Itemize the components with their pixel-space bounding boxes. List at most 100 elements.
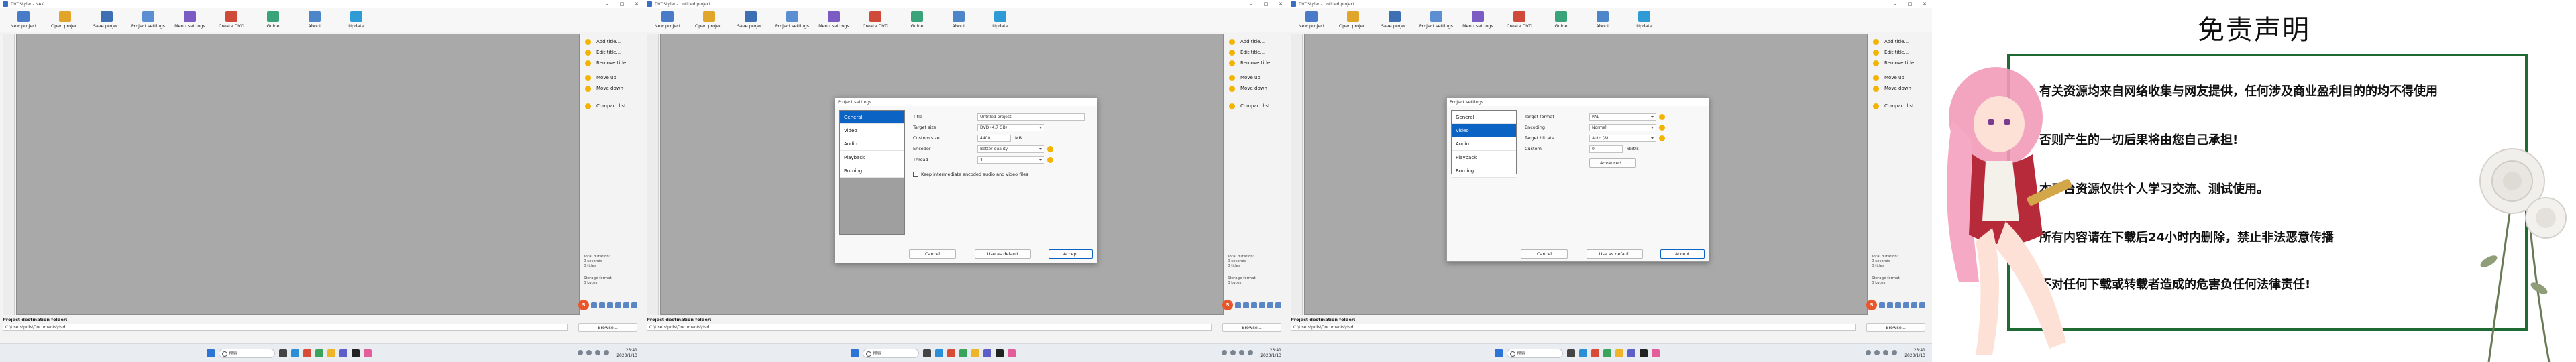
toolbar-button-update[interactable]: Update xyxy=(335,8,377,32)
windows-start-icon[interactable] xyxy=(851,349,859,357)
sidebar-item-remove-title[interactable]: Remove title xyxy=(1873,59,1914,67)
taskbar-clock[interactable]: 23:41 2023/1/13 xyxy=(1904,348,1925,359)
toolbar-button-new-project[interactable]: New project xyxy=(647,8,688,32)
taskbar-app-icon[interactable] xyxy=(1579,349,1587,357)
close-icon[interactable]: ✕ xyxy=(1273,0,1288,8)
taskbar-app-icon[interactable] xyxy=(971,349,979,357)
titleset-workarea[interactable] xyxy=(16,34,580,315)
accept-button[interactable]: Accept xyxy=(1660,249,1705,259)
nav-item-general[interactable]: General xyxy=(1452,111,1516,124)
tray-tool-icon[interactable] xyxy=(1251,302,1257,308)
sidebar-item-remove-title[interactable]: Remove title xyxy=(585,59,626,67)
tray-icon[interactable] xyxy=(1892,350,1897,355)
tray-icon[interactable] xyxy=(1239,350,1244,355)
taskbar-app-icon[interactable] xyxy=(315,349,323,357)
help-icon[interactable] xyxy=(1659,113,1665,120)
taskbar-app-icon[interactable] xyxy=(1627,349,1635,357)
toolbar-button-open-project[interactable]: Open project xyxy=(688,8,730,32)
windows-start-icon[interactable] xyxy=(207,349,215,357)
toolbar-button-save-project[interactable]: Save project xyxy=(730,8,771,32)
keep-intermediate-row[interactable]: Keep intermediate encoded audio and vide… xyxy=(913,170,1028,178)
taskbar-app-icon[interactable] xyxy=(303,349,311,357)
taskbar-app-icon[interactable] xyxy=(364,349,372,357)
toolbar-button-about[interactable]: About xyxy=(294,8,335,32)
taskbar-search[interactable]: 搜索 xyxy=(1507,349,1563,358)
tray-tool-icon[interactable] xyxy=(631,302,637,308)
tray-tool-icon[interactable] xyxy=(591,302,597,308)
taskbar-app-icon[interactable] xyxy=(1640,349,1648,357)
cancel-button[interactable]: Cancel xyxy=(909,249,956,259)
field-input[interactable]: 0 xyxy=(1589,145,1623,153)
minimize-icon[interactable]: – xyxy=(1244,0,1258,8)
taskbar-app-icon[interactable] xyxy=(1567,349,1575,357)
browse-button[interactable]: Browse... xyxy=(1866,323,1925,332)
toolbar-button-update[interactable]: Update xyxy=(1623,8,1665,32)
nav-item-burning[interactable]: Burning xyxy=(1452,164,1516,178)
toolbar-button-create-dvd[interactable]: Create DVD xyxy=(855,8,896,32)
field-select[interactable]: DVD (4.7 GB) xyxy=(977,123,1044,131)
destination-path-input[interactable]: C:\Users\pdfs\Documents\dvd xyxy=(647,324,1212,331)
tray-tool-icon[interactable] xyxy=(623,302,629,308)
toolbar-button-new-project[interactable]: New project xyxy=(1291,8,1332,32)
taskbar-app-icon[interactable] xyxy=(1603,349,1611,357)
browse-button[interactable]: Browse... xyxy=(578,323,637,332)
tray-icon[interactable] xyxy=(595,350,600,355)
destination-path-input[interactable]: C:\Users\pdfs\Documents\dvd xyxy=(3,324,568,331)
sidebar-item-move-down[interactable]: Move down xyxy=(585,84,623,93)
toolbar-button-menu-settings[interactable]: Menu settings xyxy=(813,8,855,32)
cancel-button[interactable]: Cancel xyxy=(1521,249,1568,259)
taskbar-app-icon[interactable] xyxy=(996,349,1004,357)
help-icon[interactable] xyxy=(1659,124,1665,131)
toolbar-button-menu-settings[interactable]: Menu settings xyxy=(1457,8,1499,32)
taskbar-app-icon[interactable] xyxy=(291,349,299,357)
field-input[interactable]: Untitled project xyxy=(977,113,1085,121)
tray-tool-icon[interactable] xyxy=(1895,302,1901,308)
sidebar-item-compact-list[interactable]: Compact list xyxy=(1873,102,1914,110)
tray-icon[interactable] xyxy=(1883,350,1888,355)
browse-button[interactable]: Browse... xyxy=(1222,323,1281,332)
tray-icon[interactable] xyxy=(1866,350,1871,355)
toolbar-button-save-project[interactable]: Save project xyxy=(86,8,127,32)
tray-tool-icon[interactable] xyxy=(1243,302,1249,308)
taskbar-app-icon[interactable] xyxy=(1652,349,1660,357)
toolbar-button-menu-settings[interactable]: Menu settings xyxy=(169,8,211,32)
taskbar-clock[interactable]: 23:41 2023/1/13 xyxy=(616,348,637,359)
tray-tool-icon[interactable] xyxy=(1275,302,1281,308)
field-input[interactable]: 4400 xyxy=(977,134,1011,142)
toolbar-button-about[interactable]: About xyxy=(938,8,979,32)
help-icon[interactable] xyxy=(1047,156,1053,163)
taskbar-app-icon[interactable] xyxy=(947,349,955,357)
toolbar-button-project-settings[interactable]: Project settings xyxy=(771,8,813,32)
toolbar-button-guide[interactable]: Guide xyxy=(896,8,938,32)
toolbar-button-guide[interactable]: Guide xyxy=(1540,8,1582,32)
tray-tool-icon[interactable] xyxy=(1903,302,1909,308)
taskbar-app-icon[interactable] xyxy=(279,349,287,357)
tray-icon[interactable] xyxy=(578,350,583,355)
sidebar-item-edit-title[interactable]: Edit title... xyxy=(1229,48,1265,56)
accept-button[interactable]: Accept xyxy=(1049,249,1093,259)
minimize-icon[interactable]: – xyxy=(1888,0,1902,8)
toolbar-button-project-settings[interactable]: Project settings xyxy=(127,8,169,32)
minimize-icon[interactable]: – xyxy=(600,0,614,8)
toolbar-button-update[interactable]: Update xyxy=(979,8,1021,32)
tray-tool-icon[interactable] xyxy=(615,302,621,308)
close-icon[interactable]: ✕ xyxy=(1917,0,1932,8)
tray-tool-icon[interactable] xyxy=(1879,302,1885,308)
maximize-icon[interactable]: □ xyxy=(1902,0,1917,8)
keep-intermediate-checkbox[interactable] xyxy=(913,172,918,177)
toolbar-button-save-project[interactable]: Save project xyxy=(1374,8,1415,32)
taskbar-app-icon[interactable] xyxy=(1008,349,1016,357)
sidebar-item-add-title[interactable]: Add title... xyxy=(585,38,621,46)
sidebar-item-move-up[interactable]: Move up xyxy=(585,74,616,82)
nav-item-playback[interactable]: Playback xyxy=(840,151,904,164)
taskbar-app-icon[interactable] xyxy=(327,349,335,357)
sidebar-item-edit-title[interactable]: Edit title... xyxy=(1873,48,1909,56)
taskbar-search[interactable]: 搜索 xyxy=(863,349,919,358)
tray-tool-icon[interactable] xyxy=(1267,302,1273,308)
toolbar-button-about[interactable]: About xyxy=(1582,8,1623,32)
help-icon[interactable] xyxy=(1659,135,1665,141)
sidebar-item-remove-title[interactable]: Remove title xyxy=(1229,59,1270,67)
taskbar-search[interactable]: 搜索 xyxy=(219,349,275,358)
taskbar-app-icon[interactable] xyxy=(983,349,991,357)
tray-tool-icon[interactable] xyxy=(607,302,613,308)
